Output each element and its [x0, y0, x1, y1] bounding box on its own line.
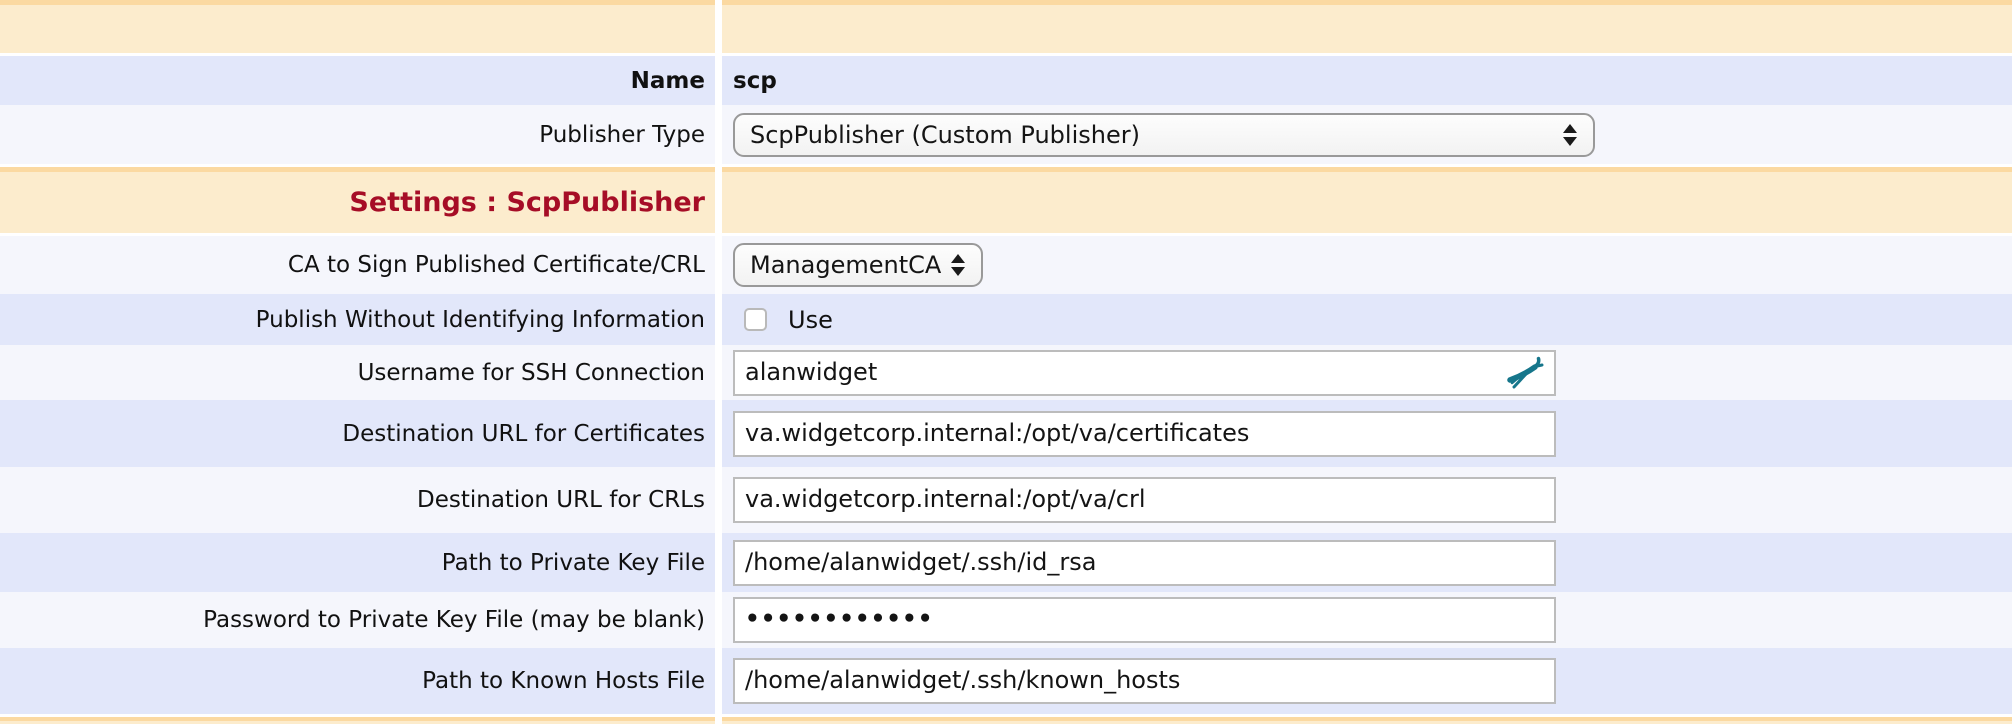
settings-header-row: Settings : ScpPublisher [0, 172, 2012, 233]
crl-url-input[interactable] [733, 477, 1556, 523]
column-divider [715, 105, 722, 164]
dashlane-autofill-icon[interactable] [1504, 356, 1544, 390]
cert-url-row: Destination URL for Certificates [0, 400, 2012, 467]
ca-sign-label: CA to Sign Published Certificate/CRL [0, 236, 715, 294]
name-label: Name [0, 56, 715, 105]
ssh-username-row: Username for SSH Connection [0, 345, 2012, 400]
crl-url-label: Destination URL for CRLs [0, 467, 715, 533]
private-key-password-label: Password to Private Key File (may be bla… [0, 592, 715, 648]
publisher-type-select[interactable]: ScpPublisher (Custom Publisher) [733, 113, 1595, 157]
column-divider [715, 467, 722, 533]
select-spinner-icon [951, 254, 965, 276]
known-hosts-path-label: Path to Known Hosts File [0, 648, 715, 714]
private-key-password-row: Password to Private Key File (may be bla… [0, 592, 2012, 648]
private-key-path-input[interactable] [733, 540, 1556, 586]
top-band [0, 5, 2012, 53]
column-divider [715, 5, 722, 53]
column-divider [715, 56, 722, 105]
publisher-type-row: Publisher Type ScpPublisher (Custom Publ… [0, 105, 2012, 164]
private-key-path-row: Path to Private Key File [0, 533, 2012, 592]
ssh-username-input[interactable] [733, 350, 1556, 396]
column-divider [715, 294, 722, 345]
private-key-path-label: Path to Private Key File [0, 533, 715, 592]
ca-sign-select[interactable]: ManagementCA [733, 243, 983, 287]
crl-url-row: Destination URL for CRLs [0, 467, 2012, 533]
column-divider [715, 648, 722, 714]
column-divider [715, 345, 722, 400]
name-row: Name scp [0, 56, 2012, 105]
select-spinner-icon [1563, 124, 1577, 146]
column-divider [715, 172, 722, 233]
publisher-type-label: Publisher Type [0, 105, 715, 164]
known-hosts-path-row: Path to Known Hosts File [0, 648, 2012, 714]
publisher-type-selected-option: ScpPublisher (Custom Publisher) [750, 121, 1140, 149]
anonymize-row: Publish Without Identifying Information … [0, 294, 2012, 345]
column-divider [715, 533, 722, 592]
publisher-edit-page: Name scp Publisher Type ScpPublisher (Cu… [0, 0, 2012, 724]
cert-url-label: Destination URL for Certificates [0, 400, 715, 467]
ca-sign-row: CA to Sign Published Certificate/CRL Man… [0, 236, 2012, 294]
anonymize-label: Publish Without Identifying Information [0, 294, 715, 345]
anonymize-checkbox-label: Use [788, 306, 833, 334]
ca-sign-selected-option: ManagementCA [750, 251, 941, 279]
known-hosts-path-input[interactable] [733, 658, 1556, 704]
settings-section-title: Settings : ScpPublisher [349, 187, 705, 218]
column-divider [715, 592, 722, 648]
cert-url-input[interactable] [733, 411, 1556, 457]
column-divider [715, 400, 722, 467]
name-value: scp [722, 56, 2012, 105]
ssh-username-label: Username for SSH Connection [0, 345, 715, 400]
column-divider [715, 236, 722, 294]
anonymize-checkbox[interactable] [744, 308, 767, 331]
private-key-password-input[interactable] [733, 597, 1556, 643]
